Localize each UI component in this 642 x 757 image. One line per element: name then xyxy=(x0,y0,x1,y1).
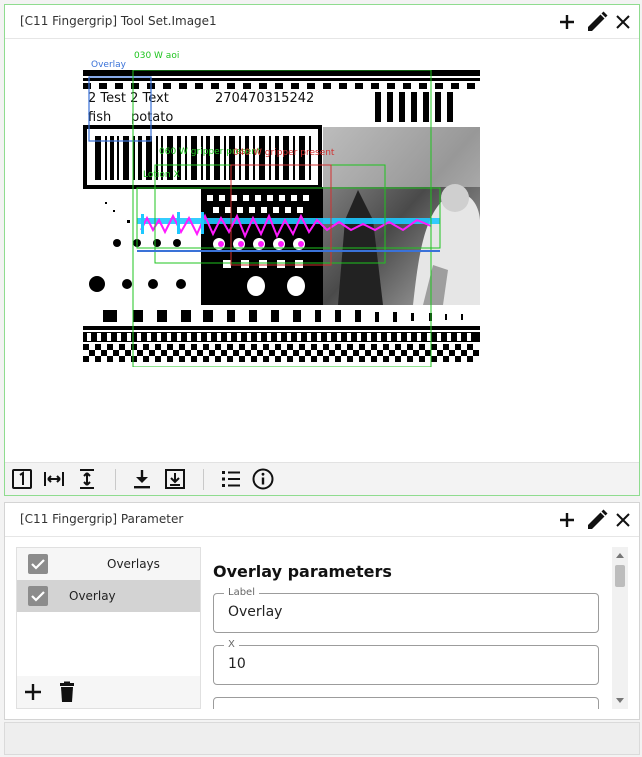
checkbox-checked-icon xyxy=(28,554,48,574)
overlay-label-gripper-red: 040 W gripper present xyxy=(233,148,335,158)
list-item-label: Overlays xyxy=(107,557,160,571)
scroll-up-icon[interactable] xyxy=(616,553,624,558)
overlay-label-overlay: Overlay xyxy=(91,60,126,70)
image-panel: [C11 Fingergrip] Tool Set.Image1 2 Test … xyxy=(4,4,640,496)
list-item-overlays[interactable]: Overlays xyxy=(17,548,200,580)
image-panel-edit-button[interactable] xyxy=(585,10,609,34)
fit-one-to-one-button[interactable] xyxy=(10,467,34,491)
x-field[interactable]: X xyxy=(213,638,599,685)
image-text-number: 270470315242 xyxy=(215,91,314,106)
plus-icon xyxy=(560,513,574,527)
info-icon xyxy=(252,468,274,490)
parameter-panel-edit-button[interactable] xyxy=(585,508,609,532)
save-to-file-icon xyxy=(165,469,185,489)
test-image: 2 Test 2 Text 270470315242 fish potato xyxy=(83,70,480,367)
delete-overlay-button[interactable] xyxy=(55,680,79,704)
overlay-label-lotion: Lotion X xyxy=(143,170,180,180)
parameter-panel: [C11 Fingergrip] Parameter Overlays Over… xyxy=(4,502,640,720)
image-text-fish: fish xyxy=(88,110,111,125)
add-icon xyxy=(25,684,41,700)
toolbar-separator xyxy=(115,469,116,490)
fit-width-button[interactable] xyxy=(42,467,66,491)
parameter-panel-close-button[interactable] xyxy=(611,508,635,532)
list-button[interactable] xyxy=(219,467,243,491)
list-item-label: Overlay xyxy=(69,589,116,603)
overlays-checkbox[interactable] xyxy=(27,553,49,575)
delete-icon xyxy=(60,681,74,702)
list-item-overlay[interactable]: Overlay xyxy=(17,580,200,612)
parameter-panel-title: [C11 Fingergrip] Parameter xyxy=(20,512,184,526)
scrollbar-thumb[interactable] xyxy=(615,565,625,587)
close-icon xyxy=(616,513,630,527)
status-bar xyxy=(4,722,640,755)
list-icon xyxy=(222,471,240,487)
overlay-checkbox[interactable] xyxy=(27,585,49,607)
save-to-file-button[interactable] xyxy=(163,467,187,491)
next-field[interactable] xyxy=(213,697,599,709)
overlay-tree-list: Overlays Overlay xyxy=(16,547,201,709)
x-input[interactable] xyxy=(228,656,588,672)
overlay-parameters-form: Overlay parameters Label X xyxy=(201,547,611,709)
download-button[interactable] xyxy=(130,467,154,491)
label-input[interactable] xyxy=(228,604,588,620)
image-panel-close-button[interactable] xyxy=(611,10,635,34)
fit-height-icon xyxy=(80,469,94,489)
checkbox-checked-icon xyxy=(28,586,48,606)
label-field-caption: Label xyxy=(224,586,259,600)
fit-height-button[interactable] xyxy=(75,467,99,491)
close-icon xyxy=(616,15,630,29)
x-field-caption: X xyxy=(224,638,239,652)
plus-icon xyxy=(560,15,574,29)
image-panel-add-button[interactable] xyxy=(555,10,579,34)
scroll-down-icon[interactable] xyxy=(616,698,624,703)
parameter-scrollbar[interactable] xyxy=(612,547,628,709)
image-text-potato: potato xyxy=(131,110,173,125)
parameter-panel-header: [C11 Fingergrip] Parameter xyxy=(5,503,639,537)
list-toolbar xyxy=(17,676,200,708)
parameter-panel-add-button[interactable] xyxy=(555,508,579,532)
image-text-row1: 2 Test 2 Text xyxy=(88,91,169,106)
info-button[interactable] xyxy=(251,467,275,491)
download-icon xyxy=(134,470,150,489)
label-field[interactable]: Label xyxy=(213,586,599,633)
pencil-icon xyxy=(588,509,608,529)
fit-one-to-one-icon xyxy=(12,469,32,489)
add-overlay-button[interactable] xyxy=(21,680,45,704)
form-title: Overlay parameters xyxy=(213,562,392,581)
fit-width-icon xyxy=(44,472,64,486)
image-panel-header: [C11 Fingergrip] Tool Set.Image1 xyxy=(5,5,639,39)
toolbar-separator xyxy=(203,469,204,490)
image-viewport[interactable]: 2 Test 2 Text 270470315242 fish potato O… xyxy=(5,40,639,463)
image-toolbar xyxy=(5,462,639,495)
image-panel-title: [C11 Fingergrip] Tool Set.Image1 xyxy=(20,14,217,28)
pencil-icon xyxy=(588,11,608,31)
overlay-label-aoi: 030 W aoi xyxy=(134,51,180,61)
